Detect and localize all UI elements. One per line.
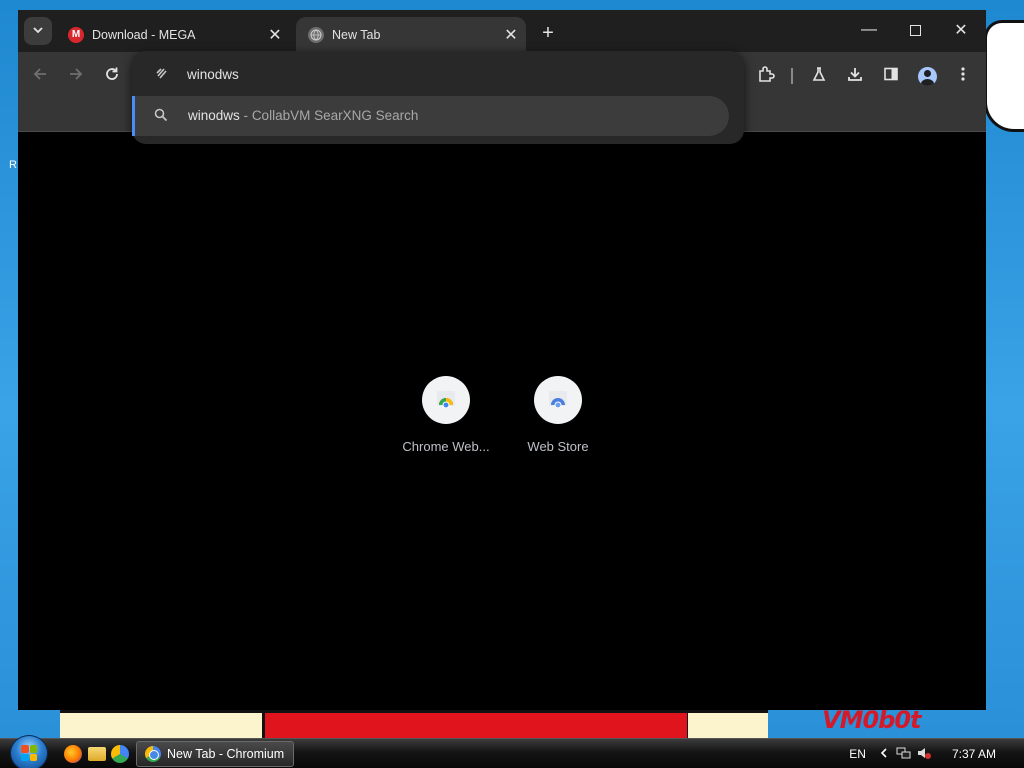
system-tray: EN 7:37 AM [849,739,1024,768]
tab-strip: M Download - MEGA ✕ New Tab ✕ + — ✕ [18,10,986,52]
chromium-icon [145,746,161,762]
omnibox-input[interactable] [187,63,687,85]
suggestion-selected-indicator [132,96,135,136]
taskbar-button-chromium[interactable]: New Tab - Chromium [136,741,294,767]
new-tab-button[interactable]: + [536,21,560,45]
minimize-button[interactable]: — [846,16,892,44]
taskbar: New Tab - Chromium EN 7:37 AM [0,735,1024,768]
plus-icon: + [542,21,554,44]
volume-muted-icon[interactable] [916,746,932,763]
maximize-icon [909,24,921,36]
tab-title: New Tab [332,27,381,42]
browser-window: M Download - MEGA ✕ New Tab ✕ + — ✕ Chro… [18,10,986,710]
wallpaper-cartoon-strip [688,710,768,738]
extensions-icon [757,65,775,88]
tab-new-tab[interactable]: New Tab ✕ [296,17,526,52]
wallpaper-watermark: VM0b0t [822,706,922,734]
close-icon: ✕ [504,26,518,44]
tab-close-button[interactable]: ✕ [500,24,522,46]
labs-button[interactable] [805,62,833,90]
omnibox-dropdown: winodws - CollabVM SearXNG Search [132,51,744,144]
close-icon: ✕ [268,26,282,44]
more-menu-icon [961,66,965,87]
chromium-quicklaunch-icon[interactable] [111,745,129,763]
reload-button[interactable] [98,62,126,90]
maximize-button[interactable] [892,16,938,44]
profile-icon [917,66,937,86]
tab-close-button[interactable]: ✕ [264,24,286,46]
suggestion-separator: - [243,108,249,123]
downloads-icon [847,66,863,87]
downloads-button[interactable] [841,62,869,90]
desktop-edge-letter: R [9,159,17,171]
shortcut-chrome-web-store[interactable]: Chrome Web... [390,376,502,466]
suggestion-text: winodws - CollabVM SearXNG Search [188,108,418,123]
shortcut-label: Chrome Web... [402,439,490,454]
back-arrow-icon [32,66,48,87]
search-engine-icon [154,65,170,81]
minimize-icon: — [861,21,877,38]
back-button[interactable] [26,62,54,90]
suggestion-description: CollabVM SearXNG Search [251,108,419,123]
suggestion-query: winodws [188,108,240,123]
window-close-button[interactable]: ✕ [938,16,984,44]
forward-arrow-icon [68,66,84,87]
chevron-left-icon[interactable] [880,747,888,761]
network-icon[interactable] [896,746,912,763]
reload-icon [104,66,120,87]
windows-logo-icon [21,745,37,761]
tab-title: Download - MEGA [92,27,196,42]
start-button[interactable] [10,735,48,768]
side-panel-button[interactable] [877,62,905,90]
omnibox-suggestion[interactable]: winodws - CollabVM SearXNG Search [132,96,729,136]
clock[interactable]: 7:37 AM [952,747,996,761]
shortcut-favicon [534,376,582,424]
close-icon: ✕ [954,22,968,39]
chrome-web-store-icon [435,388,457,413]
firefox-icon[interactable] [64,745,82,763]
tab-download-mega[interactable]: M Download - MEGA ✕ [56,17,290,52]
shortcut-label: Web Store [527,439,589,454]
wallpaper-cartoon-strip [60,710,270,738]
chevron-down-icon [32,24,44,39]
extensions-button[interactable] [752,62,780,90]
toolbar-separator [791,68,793,84]
file-explorer-icon[interactable] [88,747,106,761]
search-icon [154,108,170,124]
language-indicator[interactable]: EN [849,747,866,761]
globe-icon [308,26,324,43]
profile-button[interactable] [913,62,941,90]
taskbar-button-label: New Tab - Chromium [167,747,285,761]
web-store-icon [547,388,569,413]
labs-flask-icon [811,66,827,87]
wallpaper-cartoon-strip [262,710,690,738]
mega-icon: M [68,26,84,43]
tab-search-button[interactable] [24,17,52,45]
side-panel-icon [883,66,899,87]
forward-button[interactable] [62,62,90,90]
shortcut-favicon [422,376,470,424]
wallpaper-cartoon-right [984,20,1024,132]
shortcut-web-store[interactable]: Web Store [502,376,614,466]
more-menu-button[interactable] [949,62,977,90]
